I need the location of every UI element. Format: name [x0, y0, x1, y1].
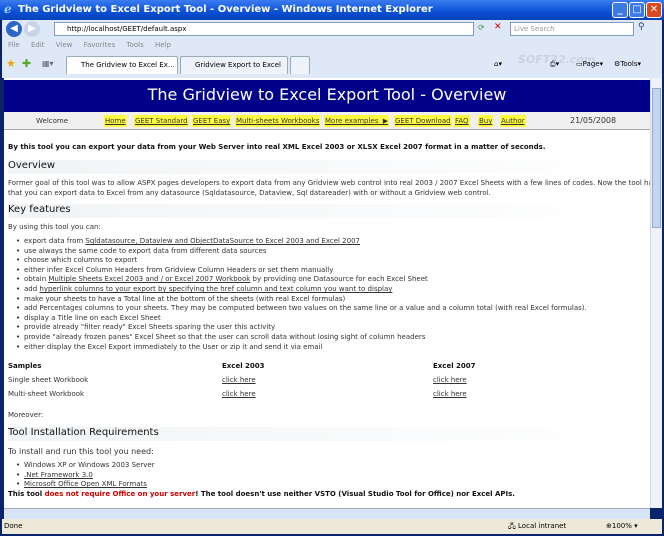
overview-line-1: Former goal of this tool was to allow AS… — [8, 179, 650, 187]
tab-gridview-overview[interactable]: The Gridview to Excel Ex... ✕ — [66, 56, 178, 86]
maximize-button[interactable]: □ — [629, 2, 645, 18]
stop-icon[interactable]: ✕ — [494, 22, 502, 32]
feature-item: provide already "filter ready" Excel She… — [24, 323, 587, 333]
home-icon[interactable]: ⌂▾ — [494, 60, 502, 68]
single-2003-link[interactable]: click here — [222, 376, 256, 384]
overview-heading: Overview — [8, 160, 644, 174]
list-item[interactable]: .Net Framework 3.0 — [24, 471, 155, 481]
nav-faq[interactable]: FAQ — [454, 115, 470, 127]
feature-link[interactable]: Sqldatasource, Dataview and ObjectDataSo… — [85, 237, 360, 245]
list-item[interactable]: Microsoft Office Open XML Formats — [24, 480, 155, 490]
samples-header: Samples — [8, 362, 42, 370]
favorites-star-icon[interactable]: ★ — [6, 57, 16, 70]
office-note: This tool does not require Office on you… — [8, 490, 515, 498]
feature-item: add hyperlink columns to your export by … — [24, 285, 587, 295]
nav-more-examples[interactable]: More examples ▶ — [324, 115, 390, 127]
new-tab-button[interactable] — [290, 56, 310, 74]
menu-view[interactable]: View — [56, 41, 73, 49]
search-icon[interactable]: ⚲ — [638, 22, 645, 32]
feature-item: export data from Sqldatasource, Dataview… — [24, 237, 587, 247]
install-heading: Tool Installation Requirements — [8, 427, 644, 441]
menu-file[interactable]: File — [8, 41, 20, 49]
excel-2007-header: Excel 2007 — [433, 362, 476, 370]
feature-link[interactable]: hyperlink columns to your export by spec… — [39, 285, 392, 293]
tab-bar: ★ ✚ ▦▾ The Gridview to Excel Ex... ✕ Gri… — [2, 52, 662, 86]
single-2007-link[interactable]: click here — [433, 376, 467, 384]
requirements-list: Windows XP or Windows 2003 Server .Net F… — [24, 461, 155, 490]
feature-item: either infer Excel Column Headers from G… — [24, 266, 587, 276]
overview-line-2: that you can export data to Excel from a… — [8, 189, 491, 197]
feature-link[interactable]: Multiple Sheets Excel 2003 and / or Exce… — [48, 275, 250, 283]
feature-item: add Percentages columns to your sheets. … — [24, 304, 587, 314]
features-list: export data from Sqldatasource, Dataview… — [24, 237, 587, 352]
nav-geet-download[interactable]: GEET Download — [394, 115, 452, 127]
page-content: The Gridview to Excel Export Tool - Over… — [4, 78, 650, 508]
zoom-control[interactable]: ⊕100% ▾ — [606, 519, 638, 534]
scroll-thumb[interactable] — [652, 88, 661, 228]
intro-text: By this tool you can export your data fr… — [8, 143, 546, 151]
menu-help[interactable]: Help — [155, 41, 171, 49]
feature-item: choose which columns to export — [24, 256, 587, 266]
search-input[interactable]: Live Search — [510, 22, 634, 36]
back-button[interactable]: ◀ — [6, 21, 22, 37]
menu-edit[interactable]: Edit — [31, 41, 45, 49]
status-bar: Done 🖧 Local intranet ⊕100% ▾ — [2, 519, 662, 534]
ie-logo-icon: ℯ — [4, 2, 12, 16]
print-icon[interactable]: ⎙▾ — [550, 60, 559, 69]
nav-geet-easy[interactable]: GEET Easy — [192, 115, 232, 127]
feature-item: either display the Excel Export immediat… — [24, 343, 587, 353]
site-nav: Welcome Home GEET Standard GEET Easy Mul… — [4, 112, 650, 130]
features-intro: By using this tool you can: — [8, 223, 101, 231]
nav-home[interactable]: Home — [104, 115, 127, 127]
nav-multi-sheets[interactable]: Multi-sheets Workbooks — [235, 115, 321, 127]
menu-bar: File Edit View Favorites Tools Help — [2, 39, 662, 52]
horizontal-scrollbar[interactable] — [4, 508, 650, 519]
welcome-label: Welcome — [36, 117, 69, 125]
date-label: 21/05/2008 — [570, 116, 617, 125]
navigation-bar: ◀ ▶ http://localhost/GEET/default.aspx ⟳… — [2, 20, 662, 39]
window-title: The Gridview to Excel Export Tool - Over… — [18, 4, 433, 15]
nav-geet-standard[interactable]: GEET Standard — [134, 115, 189, 127]
key-features-heading: Key features — [8, 204, 644, 218]
forward-button[interactable]: ▶ — [24, 21, 40, 37]
multi-2003-link[interactable]: click here — [222, 390, 256, 398]
excel-2003-header: Excel 2003 — [222, 362, 265, 370]
feature-item: make your sheets to have a Total line at… — [24, 295, 587, 305]
menu-tools[interactable]: Tools — [126, 41, 143, 49]
feature-item: use always the same code to export data … — [24, 247, 587, 257]
close-button[interactable]: ✕ — [646, 2, 662, 18]
page-menu[interactable]: ▭Page▾ — [576, 60, 603, 68]
tab-gridview-export[interactable]: Gridview Export to Excel Tool... — [180, 56, 288, 86]
multi-2007-link[interactable]: click here — [433, 390, 467, 398]
address-input[interactable]: http://localhost/GEET/default.aspx — [54, 22, 474, 36]
page-banner: The Gridview to Excel Export Tool - Over… — [4, 80, 650, 112]
install-intro: To install and run this tool you need: — [8, 447, 154, 456]
add-favorites-icon[interactable]: ✚ — [22, 57, 31, 70]
feature-item: provide "already frozen panes" Excel She… — [24, 333, 587, 343]
quick-tabs-icon[interactable]: ▦▾ — [42, 59, 54, 68]
feature-item: obtain Multiple Sheets Excel 2003 and / … — [24, 275, 587, 285]
browser-chrome: ◀ ▶ http://localhost/GEET/default.aspx ⟳… — [2, 20, 662, 86]
sample-row-label: Multi-sheet Workbook — [8, 390, 85, 398]
minimize-button[interactable]: _ — [612, 2, 628, 18]
zone-label: 🖧 Local intranet — [508, 522, 567, 530]
menu-favorites[interactable]: Favorites — [84, 41, 116, 49]
vertical-scrollbar[interactable] — [650, 78, 662, 508]
status-text: Done — [4, 522, 23, 530]
title-bar: ℯ The Gridview to Excel Export Tool - Ov… — [0, 0, 664, 20]
list-item: Windows XP or Windows 2003 Server — [24, 461, 155, 471]
feature-item: display a Title line on each Excel Sheet — [24, 314, 587, 324]
nav-buy[interactable]: Buy — [478, 115, 494, 127]
refresh-icon[interactable]: ⟳ — [478, 23, 485, 32]
nav-author[interactable]: Author — [500, 115, 526, 127]
tools-menu[interactable]: ⚙Tools▾ — [614, 60, 641, 68]
moreover-text: Moreover: — [8, 411, 44, 419]
sample-row-label: Single sheet Workbook — [8, 376, 89, 384]
